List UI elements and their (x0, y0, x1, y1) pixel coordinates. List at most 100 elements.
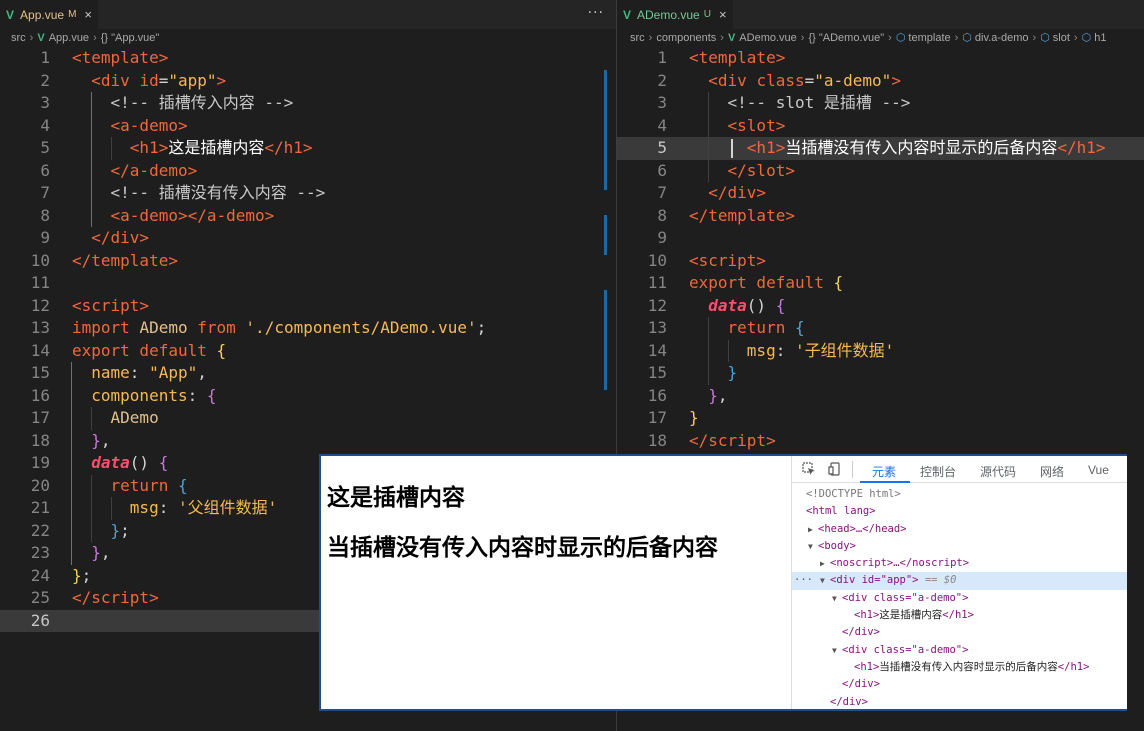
code-line: 4 <slot> (617, 114, 1144, 137)
code-line: 12 data() { (647, 295, 786, 315)
dom-node[interactable]: <html lang> (792, 503, 1127, 520)
breadcrumb-item-src[interactable]: src (11, 32, 26, 44)
code-line: 16 components: { (0, 384, 616, 407)
toolbar-divider (852, 461, 853, 478)
code-line: 14 msg: '子组件数据' (617, 339, 1144, 362)
dom-node[interactable]: ▼ <div class="a-demo"> (792, 642, 1127, 659)
collapse-triangle-icon[interactable]: ▼ (832, 590, 842, 607)
code-line: 5 <h1>这是插槽内容</h1> (0, 137, 616, 160)
code-line: 8 <a-demo></a-demo> (0, 204, 616, 227)
code-line: 2 <div id="app"> (40, 70, 227, 90)
code-line: 1 <template> (657, 48, 786, 67)
code-line: 2 <div class="a-demo"> (657, 70, 901, 90)
tab-sources[interactable]: 源代码 (980, 463, 1016, 480)
tab-modified-badge: M (68, 9, 77, 20)
device-toolbar-icon[interactable] (828, 462, 842, 479)
breadcrumb-item-file[interactable]: ADemo.vue (739, 32, 796, 44)
dom-node[interactable]: <h1>当插槽没有传入内容时显示的后备内容</h1> (792, 659, 1127, 676)
breadcrumb-item-components[interactable]: components (656, 32, 716, 44)
dom-node[interactable]: ▶ <noscript>…</noscript> (792, 555, 1127, 572)
breadcrumb-item-div[interactable]: div.a-demo (975, 32, 1029, 44)
expand-triangle-icon[interactable]: ▶ (808, 521, 818, 538)
code-line: 9 (657, 228, 667, 247)
tab-ademo-vue[interactable]: V ADemo.vue U × (617, 0, 733, 29)
code-line: 11 export default { (647, 273, 844, 292)
dom-node[interactable]: </div> (792, 676, 1127, 693)
scrollbar-marker (604, 215, 607, 255)
dom-node[interactable]: ▼ <div class="a-demo"> (792, 590, 1127, 607)
right-tab-bar: V ADemo.vue U × (617, 0, 1144, 29)
vue-file-icon: V (727, 31, 736, 44)
tab-network[interactable]: 网络 (1040, 463, 1064, 480)
code-line: 7 <!-- 插槽没有传入内容 --> (0, 182, 616, 205)
browser-preview-window: 这是插槽内容 当插槽没有传入内容时显示的后备内容 元素 控制台 源代码 网络 V… (319, 454, 1127, 711)
inspect-element-icon[interactable] (802, 462, 816, 479)
chevron-right-icon: › (93, 31, 97, 44)
collapse-triangle-icon[interactable]: ▼ (832, 642, 842, 659)
code-line: 15 name: "App", (0, 362, 616, 385)
chevron-right-icon: › (800, 31, 805, 44)
rendered-heading-slot-content: 这是插槽内容 (327, 485, 465, 511)
dom-node[interactable]: </div> (792, 694, 1127, 711)
tab-elements[interactable]: 元素 (872, 463, 896, 480)
dom-node[interactable]: <h1>这是插槽内容</h1> (792, 607, 1127, 624)
code-line: 6 </a-demo> (0, 159, 616, 182)
code-line: 3 <!-- 插槽传入内容 --> (0, 92, 616, 115)
chevron-right-icon: › (1032, 31, 1037, 44)
left-tab-bar: V App.vue M × ··· (0, 0, 616, 29)
code-line: 6 </slot> (617, 159, 1144, 182)
dom-node[interactable]: ▶ <head>…</head> (792, 521, 1127, 538)
breadcrumb-item-template[interactable]: template (908, 32, 950, 44)
code-line: 13 return { (617, 317, 1144, 340)
dom-node[interactable]: <!DOCTYPE html> (792, 486, 1127, 503)
chevron-right-icon: › (954, 31, 959, 44)
tab-console[interactable]: 控制台 (920, 463, 956, 480)
collapse-triangle-icon[interactable]: ▼ (808, 538, 818, 555)
breadcrumb-item-file[interactable]: App.vue (49, 32, 89, 44)
dom-node[interactable]: ▼ <body> (792, 538, 1127, 555)
code-line: 18 </script> (647, 430, 776, 450)
tab-app-vue[interactable]: V App.vue M × (0, 0, 98, 29)
more-icon[interactable]: ··· (794, 572, 813, 589)
code-line: 11 (30, 273, 50, 292)
collapse-triangle-icon[interactable]: ▼ (820, 572, 830, 589)
code-line: 12 <script> (30, 295, 150, 315)
code-line: 1 <template> (40, 48, 169, 67)
chevron-right-icon: › (648, 31, 653, 44)
tab-label: ADemo.vue (637, 7, 700, 22)
close-icon[interactable]: × (84, 7, 92, 22)
dom-node-selected[interactable]: ··· ▼ <div id="app"> == $0 (792, 572, 1127, 590)
expand-triangle-icon[interactable]: ▶ (820, 555, 830, 572)
breadcrumb: src › V App.vue › {} "App.vue" (0, 29, 616, 46)
code-line: 7 </div> (657, 183, 767, 202)
code-line: 16 }, (647, 385, 728, 405)
code-line: 10 </template> (30, 250, 178, 270)
code-line-current: 5 <h1>当插槽没有传入内容时显示的后备内容</h1> (617, 137, 1144, 160)
tag-icon: ⬡ (1040, 32, 1050, 44)
close-icon[interactable]: × (719, 7, 727, 22)
breadcrumb-item-symbol[interactable]: {} "ADemo.vue" (808, 32, 884, 44)
devtools-panel: 元素 控制台 源代码 网络 Vue <!DOCTYPE html> <html … (791, 456, 1127, 709)
breadcrumb-item-src[interactable]: src (630, 32, 645, 44)
vue-file-icon: V (6, 7, 15, 22)
chevron-right-icon: › (888, 31, 892, 44)
vue-file-icon: V (623, 7, 632, 22)
code-line: 17} (647, 408, 699, 427)
vue-file-icon: V (37, 31, 45, 44)
chevron-right-icon: › (29, 31, 34, 44)
dom-node[interactable]: </div> (792, 624, 1127, 641)
chevron-right-icon: › (1073, 31, 1078, 44)
breadcrumb: src › components › V ADemo.vue › {} "ADe… (617, 29, 1144, 46)
dom-tree[interactable]: <!DOCTYPE html> <html lang> ▶ <head>…</he… (792, 486, 1127, 711)
code-line: 3 <!-- slot 是插槽 --> (617, 92, 1144, 115)
code-editor[interactable]: 1 <template> 2 <div class="a-demo"> 3 <!-… (617, 47, 1144, 452)
breadcrumb-item-slot[interactable]: slot (1053, 32, 1070, 44)
chevron-right-icon: › (720, 31, 724, 44)
code-line: 17 ADemo (0, 407, 616, 430)
breadcrumb-item-symbol[interactable]: {} "App.vue" (101, 32, 160, 44)
breadcrumb-item-h1[interactable]: h1 (1094, 32, 1106, 44)
tab-vue[interactable]: Vue (1088, 463, 1109, 477)
scrollbar-marker (604, 290, 607, 390)
more-actions-icon[interactable]: ··· (588, 5, 604, 21)
tag-icon: ⬡ (1081, 32, 1092, 44)
